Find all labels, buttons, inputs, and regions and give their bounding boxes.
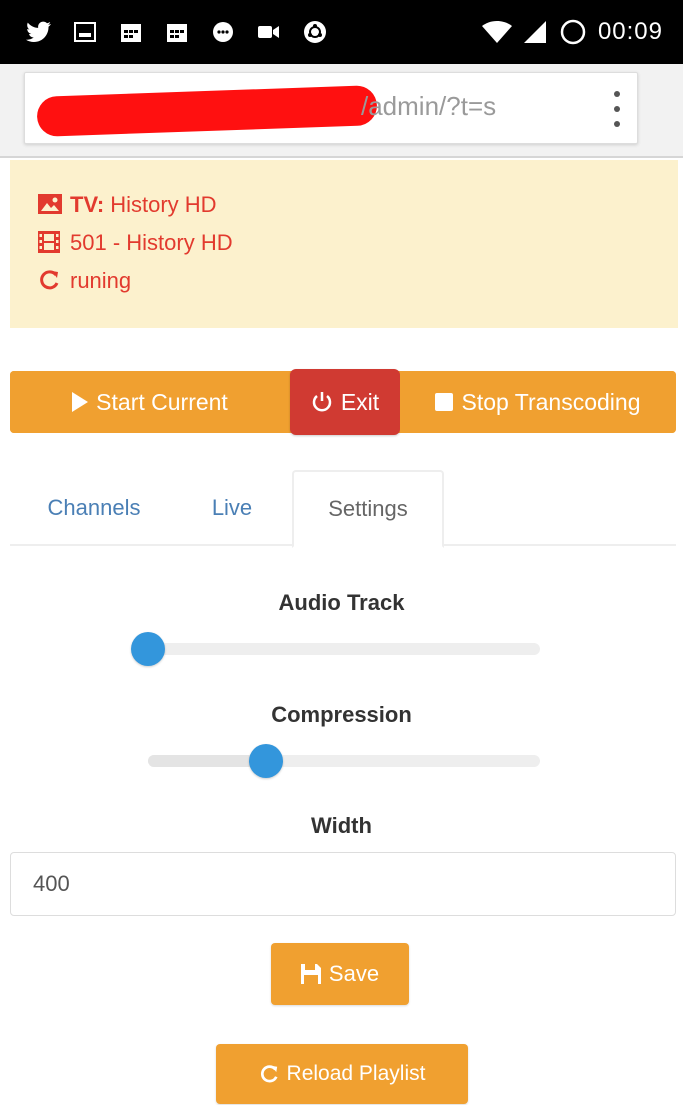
save-label: Save <box>328 961 380 986</box>
audio-track-slider[interactable] <box>131 632 540 666</box>
status-bar: 00:09 <box>0 0 683 64</box>
width-label: Width <box>311 813 372 838</box>
calendar-icon <box>164 19 190 45</box>
width-input[interactable] <box>10 852 676 916</box>
tab-channels[interactable]: Channels <box>24 470 164 546</box>
compression-label: Compression <box>271 702 412 727</box>
power-icon <box>311 391 333 413</box>
exit-button[interactable]: Exit <box>290 369 400 435</box>
chat-icon <box>210 19 236 45</box>
refresh-icon <box>259 1064 279 1084</box>
wifi-icon <box>481 19 512 45</box>
stop-icon <box>435 393 454 411</box>
compression-slider-handle[interactable] <box>248 744 283 778</box>
url-bar[interactable]: /admin/?t=s <box>24 72 638 144</box>
stop-transcoding-button[interactable]: Stop Transcoding <box>400 371 676 433</box>
stop-transcoding-label: Stop Transcoding <box>461 388 641 415</box>
film-icon <box>38 231 62 255</box>
compression-slider-fill <box>148 755 266 767</box>
save-button[interactable]: Save <box>271 943 409 1005</box>
audio-track-label: Audio Track <box>278 590 405 615</box>
overflow-menu-icon[interactable] <box>605 87 629 131</box>
video-icon <box>256 19 282 45</box>
now-playing-panel: TV: History HD 501 - History HD runing <box>10 160 678 328</box>
exit-label: Exit <box>340 388 380 415</box>
channel-value: 501 - History HD <box>70 230 233 255</box>
gallery-icon <box>72 19 98 45</box>
play-icon <box>72 392 89 412</box>
tab-bar: Channels Live Settings <box>10 470 676 548</box>
url-text: /admin/?t=s <box>361 91 497 121</box>
tv-label: TV: <box>70 192 105 217</box>
picture-icon <box>38 193 62 217</box>
status-time: 00:09 <box>597 18 663 45</box>
tab-settings[interactable]: Settings <box>292 470 444 548</box>
channel-row: 501 - History HD <box>38 224 678 262</box>
action-button-group: Start Current Exit Stop Transcoding <box>10 369 676 435</box>
system-icons: 00:09 <box>481 18 663 46</box>
start-current-button[interactable]: Start Current <box>10 371 290 433</box>
ubuntu-icon <box>302 19 328 45</box>
compression-slider[interactable] <box>148 744 540 778</box>
tv-value: History HD <box>110 192 217 217</box>
start-current-label: Start Current <box>96 388 228 415</box>
signal-icon <box>522 19 548 45</box>
reload-playlist-label: Reload Playlist <box>286 1062 426 1085</box>
url-redaction-mark <box>36 85 378 137</box>
tab-live[interactable]: Live <box>182 470 282 546</box>
state-value: runing <box>70 268 132 293</box>
reload-playlist-button[interactable]: Reload Playlist <box>216 1044 468 1104</box>
twitter-icon <box>26 19 52 45</box>
calendar-icon <box>118 19 144 45</box>
notification-icons <box>26 19 328 45</box>
state-row: runing <box>38 262 678 300</box>
tv-row: TV: History HD <box>38 186 678 224</box>
refresh-icon <box>38 269 62 293</box>
floppy-disk-icon <box>300 964 321 984</box>
audio-track-slider-handle[interactable] <box>131 632 165 666</box>
sync-icon <box>558 19 588 45</box>
browser-toolbar: /admin/?t=s <box>0 64 683 158</box>
